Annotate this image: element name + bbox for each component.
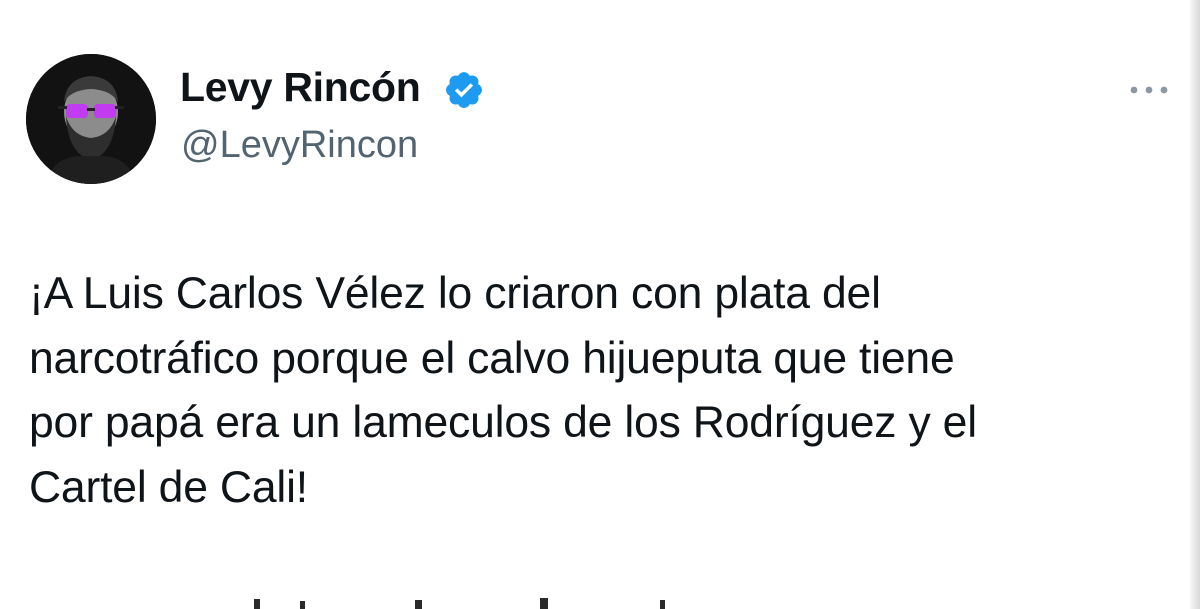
tweet-text-line: ¡A Luis Carlos Vélez lo criaron con plat… [29, 269, 881, 318]
tweet-card: Levy Rincón @LevyRincon ¡A Luis Carlos V… [0, 0, 1200, 609]
author-handle[interactable]: @LevyRincon [181, 124, 418, 167]
avatar-photo-icon [26, 54, 156, 184]
verified-badge-icon [446, 72, 482, 108]
tweet-body-text: ¡A Luis Carlos Vélez lo criaron con plat… [29, 262, 1169, 520]
screen-edge-divider [1190, 0, 1200, 609]
author-display-name[interactable]: Levy Rincón [180, 64, 421, 111]
tweet-text-line: por papá era un lameculos de los Rodrígu… [29, 398, 977, 447]
tweet-text-line: Cartel de Cali! [29, 462, 308, 512]
author-avatar[interactable] [26, 54, 156, 184]
tweet-text-line: narcotráfico porque el calvo hijueputa q… [29, 333, 955, 383]
cropped-text-fragment [254, 598, 665, 609]
more-options-icon[interactable] [1128, 84, 1170, 96]
